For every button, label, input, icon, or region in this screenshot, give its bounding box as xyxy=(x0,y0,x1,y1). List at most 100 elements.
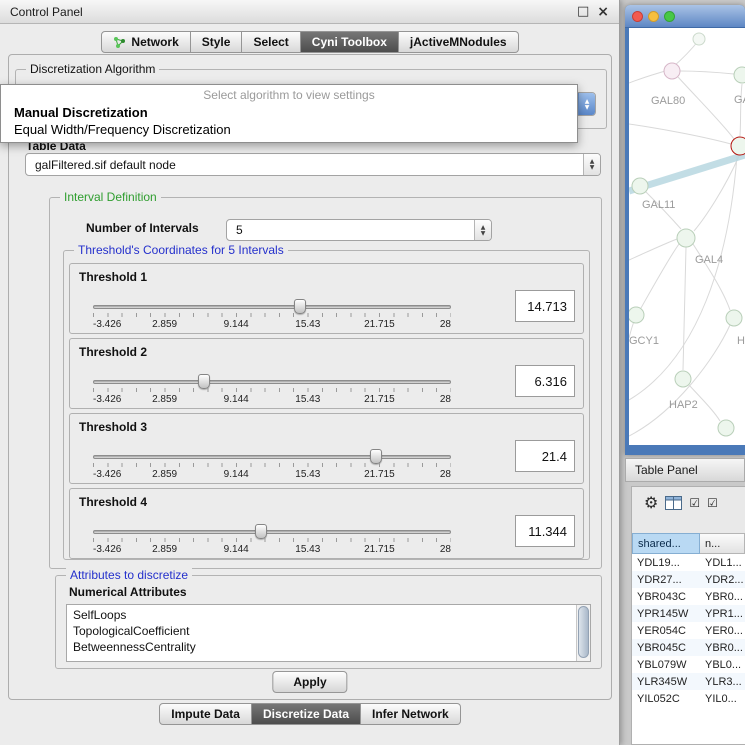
table-cell[interactable]: YPR145W xyxy=(632,608,700,620)
float-window-icon[interactable]: □ xyxy=(577,4,589,19)
table-cell[interactable]: YBR0... xyxy=(700,591,745,603)
close-window-icon[interactable]: × xyxy=(597,4,609,20)
network-node[interactable] xyxy=(677,229,695,247)
close-traffic-light-icon[interactable] xyxy=(632,11,643,22)
table-cell[interactable]: YIL052C xyxy=(632,693,700,705)
table-cell[interactable]: YLR3... xyxy=(700,676,745,688)
tab-network[interactable]: Network xyxy=(101,31,190,53)
network-node[interactable] xyxy=(726,310,742,326)
dropdown-option-equal-width-frequency[interactable]: Equal Width/Frequency Discretization xyxy=(1,121,577,138)
slider-thumb[interactable] xyxy=(198,374,210,389)
table-cell[interactable]: YDR27... xyxy=(632,574,700,586)
slider-scale-label: 15.43 xyxy=(295,394,320,405)
threshold-value-field[interactable] xyxy=(515,515,575,547)
table-row[interactable]: YBR045CYBR0... xyxy=(632,639,745,656)
scrollbar[interactable] xyxy=(576,605,590,661)
table-cell[interactable]: YDR2... xyxy=(700,574,745,586)
table-cell[interactable]: YBR045C xyxy=(632,642,700,654)
slider-track[interactable] xyxy=(93,455,451,459)
select-none-icon[interactable]: ☑ xyxy=(707,496,718,510)
threshold-slider[interactable]: -3.4262.8599.14415.4321.71528 xyxy=(93,523,451,559)
zoom-traffic-light-icon[interactable] xyxy=(664,11,675,22)
slider-scale-label: 2.859 xyxy=(152,544,177,555)
list-item[interactable]: TopologicalCoefficient xyxy=(73,623,575,639)
tab-cyni-toolbox[interactable]: Cyni Toolbox xyxy=(301,31,399,53)
minimize-traffic-light-icon[interactable] xyxy=(648,11,659,22)
control-panel-titlebar: Control Panel □ × xyxy=(0,0,619,24)
network-edge xyxy=(680,71,734,74)
column-header-name[interactable]: n... xyxy=(700,533,745,554)
threshold-slider[interactable]: -3.4262.8599.14415.4321.71528 xyxy=(93,298,451,334)
table-cell[interactable]: YDL1... xyxy=(700,557,745,569)
table-cell[interactable]: YER0... xyxy=(700,625,745,637)
table-cell[interactable]: YER054C xyxy=(632,625,700,637)
group-legend: Discretization Algorithm xyxy=(26,62,159,76)
table-cell[interactable]: YLR345W xyxy=(632,676,700,688)
tab-label: Discretize Data xyxy=(263,707,349,721)
tab-select[interactable]: Select xyxy=(242,31,300,53)
slider-track[interactable] xyxy=(93,530,451,534)
network-node[interactable] xyxy=(632,178,648,194)
settings-gear-icon[interactable]: ⚙ xyxy=(644,495,658,511)
slider-track[interactable] xyxy=(93,380,451,384)
network-node[interactable] xyxy=(693,33,705,45)
slider-thumb[interactable] xyxy=(370,449,382,464)
slider-scale-label: 15.43 xyxy=(295,319,320,330)
network-node[interactable] xyxy=(675,371,691,387)
table-row[interactable]: YPR145WYPR1... xyxy=(632,605,745,622)
bottom-tabbar: Impute Data Discretize Data Infer Networ… xyxy=(0,703,620,725)
columns-icon[interactable] xyxy=(665,496,682,510)
threshold-panel-2: Threshold 2 -3.4262.8599.14415.4321.7152… xyxy=(69,338,584,409)
network-node[interactable] xyxy=(629,307,644,323)
threshold-label: Threshold 1 xyxy=(79,270,147,284)
table-cell[interactable]: YBR0... xyxy=(700,642,745,654)
number-of-intervals-combobox[interactable]: 5 ▲▼ xyxy=(226,219,492,241)
table-data-combobox[interactable]: galFiltered.sif default node ▲▼ xyxy=(25,153,601,176)
table-row[interactable]: YDL19...YDL1... xyxy=(632,554,745,571)
list-item[interactable]: SelfLoops xyxy=(73,607,575,623)
table-cell[interactable]: YBL0... xyxy=(700,659,745,671)
table-row[interactable]: YER054CYER0... xyxy=(632,622,745,639)
threshold-value-field[interactable] xyxy=(515,365,575,397)
table-panel-title: Table Panel xyxy=(635,463,698,477)
table-cell[interactable]: YPR1... xyxy=(700,608,745,620)
slider-track[interactable] xyxy=(93,305,451,309)
tab-discretize-data[interactable]: Discretize Data xyxy=(252,703,361,725)
table-row[interactable]: YIL052CYIL0... xyxy=(632,690,745,707)
table-row[interactable]: YBL079WYBL0... xyxy=(632,656,745,673)
slider-scale-label: 2.859 xyxy=(152,394,177,405)
slider-scale: -3.4262.8599.14415.4321.71528 xyxy=(93,544,451,556)
slider-thumb[interactable] xyxy=(294,299,306,314)
tab-impute-data[interactable]: Impute Data xyxy=(159,703,252,725)
scrollbar-thumb[interactable] xyxy=(578,606,589,658)
threshold-value-field[interactable] xyxy=(515,290,575,322)
slider-ticks xyxy=(93,388,451,392)
apply-button[interactable]: Apply xyxy=(272,671,347,693)
table-row[interactable]: YDR27...YDR2... xyxy=(632,571,745,588)
threshold-slider[interactable]: -3.4262.8599.14415.4321.71528 xyxy=(93,448,451,484)
threshold-value-field[interactable] xyxy=(515,440,575,472)
combo-stepper-icon: ▲▼ xyxy=(474,220,491,240)
slider-thumb[interactable] xyxy=(255,524,267,539)
slider-scale-label: 21.715 xyxy=(364,469,395,480)
table-row[interactable]: YLR345WYLR3... xyxy=(632,673,745,690)
column-header-shared-name[interactable]: shared... xyxy=(632,533,700,554)
tab-style[interactable]: Style xyxy=(191,31,243,53)
tab-infer-network[interactable]: Infer Network xyxy=(361,703,461,725)
network-node[interactable] xyxy=(718,420,734,436)
table-cell[interactable]: YBL079W xyxy=(632,659,700,671)
network-node[interactable] xyxy=(734,67,745,83)
dropdown-option-manual-discretization[interactable]: Manual Discretization xyxy=(1,104,577,121)
slider-ticks xyxy=(93,463,451,467)
network-node[interactable] xyxy=(664,63,680,79)
threshold-slider[interactable]: -3.4262.8599.14415.4321.71528 xyxy=(93,373,451,409)
select-all-icon[interactable]: ☑ xyxy=(689,496,700,510)
list-item[interactable]: BetweennessCentrality xyxy=(73,639,575,655)
table-cell[interactable]: YIL0... xyxy=(700,693,745,705)
selected-network-node[interactable] xyxy=(731,137,745,155)
table-cell[interactable]: YBR043C xyxy=(632,591,700,603)
table-row[interactable]: YBR043CYBR0... xyxy=(632,588,745,605)
network-canvas[interactable]: GAL80 GA GAL11 GAL4 GCY1 H HAP2 xyxy=(629,28,745,445)
tab-jactivemnodules[interactable]: jActiveMNodules xyxy=(399,31,519,53)
table-cell[interactable]: YDL19... xyxy=(632,557,700,569)
